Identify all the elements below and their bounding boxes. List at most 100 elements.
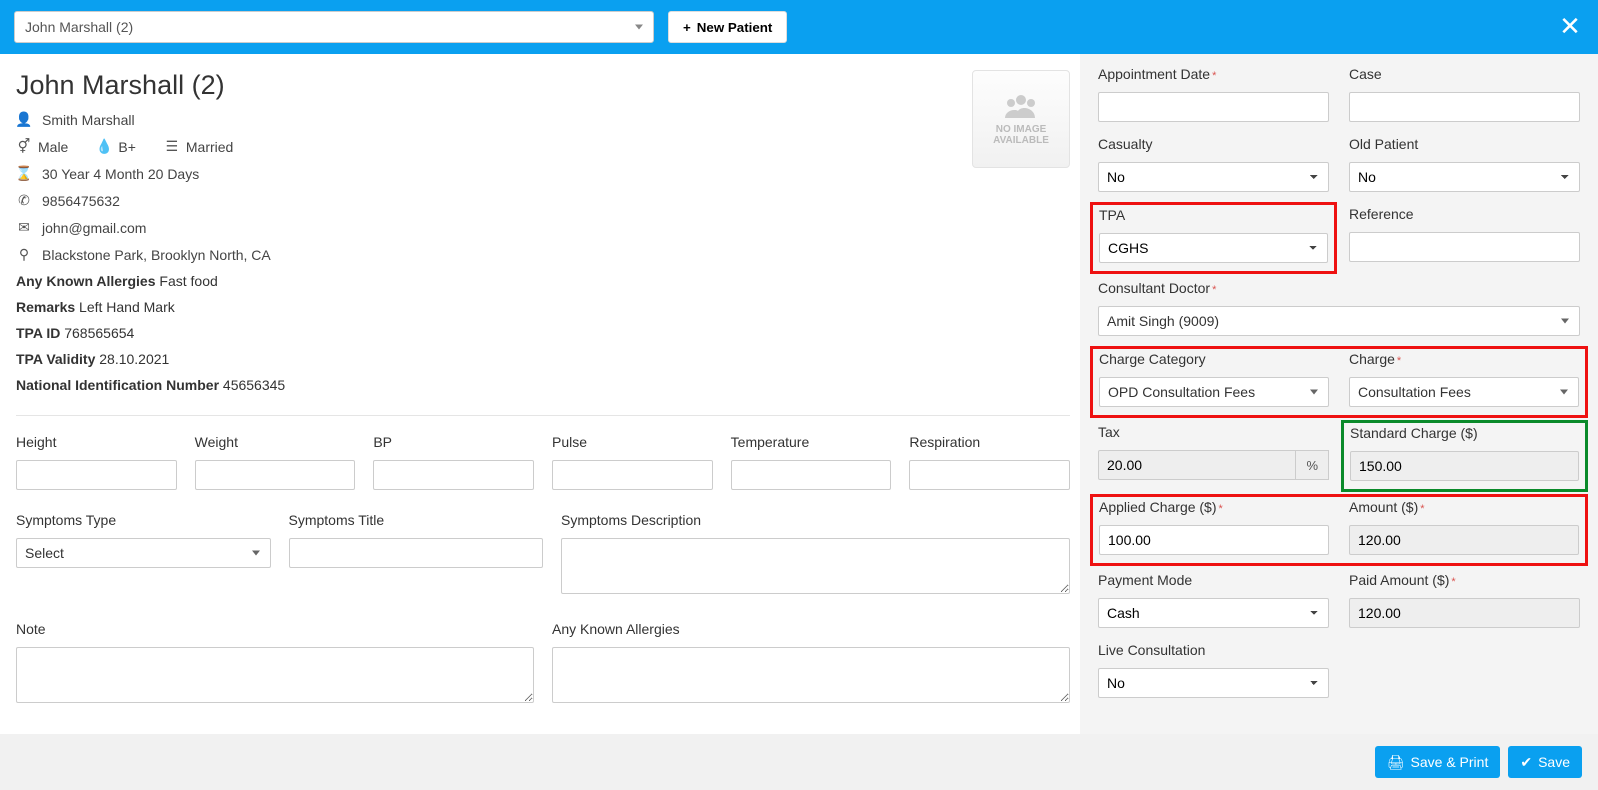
amount-label: Amount ($)* <box>1349 499 1579 515</box>
symptoms-type-select[interactable]: Select <box>16 538 271 568</box>
tpa-id-label: TPA ID <box>16 325 60 341</box>
checkmark-icon: ✔ <box>1520 754 1532 771</box>
gender-icon: ⚥ <box>16 138 32 155</box>
respiration-input[interactable] <box>909 460 1070 490</box>
weight-label: Weight <box>195 434 356 450</box>
blood-icon: 💧 <box>96 138 112 155</box>
marital-value: Married <box>186 139 233 155</box>
standard-charge-input <box>1350 451 1579 481</box>
hourglass-icon: ⌛ <box>16 165 32 182</box>
tpa-id-value: 768565654 <box>64 325 134 341</box>
address-value: Blackstone Park, Brooklyn North, CA <box>42 247 271 263</box>
consultant-select[interactable]: Amit Singh (9009) <box>1098 306 1580 336</box>
temperature-label: Temperature <box>731 434 892 450</box>
age-value: 30 Year 4 Month 20 Days <box>42 166 199 182</box>
temperature-input[interactable] <box>731 460 892 490</box>
patient-image-placeholder: NO IMAGE AVAILABLE <box>972 70 1070 168</box>
allergies-textarea[interactable] <box>552 647 1070 703</box>
allergies-input-label: Any Known Allergies <box>552 621 1070 637</box>
gender-value: Male <box>38 139 68 155</box>
bp-input[interactable] <box>373 460 534 490</box>
paid-amount-label: Paid Amount ($)* <box>1349 572 1580 588</box>
save-button[interactable]: ✔ Save <box>1508 746 1582 778</box>
live-consultation-select[interactable]: No <box>1098 668 1329 698</box>
phone-icon: ✆ <box>16 192 32 209</box>
vitals-section: Height Weight BP Pulse Temperature Respi… <box>16 434 1070 490</box>
charge-value: Consultation Fees <box>1358 384 1471 400</box>
respiration-label: Respiration <box>909 434 1070 450</box>
old-patient-select[interactable]: No <box>1349 162 1580 192</box>
casualty-label: Casualty <box>1098 136 1329 152</box>
charge-category-label: Charge Category <box>1099 351 1329 367</box>
consultant-label: Consultant Doctor* <box>1098 280 1580 296</box>
applied-charge-input[interactable] <box>1099 525 1329 555</box>
height-label: Height <box>16 434 177 450</box>
tpa-label: TPA <box>1099 207 1328 223</box>
nin-label: National Identification Number <box>16 377 219 393</box>
blood-value: B+ <box>118 139 136 155</box>
tpa-validity-label: TPA Validity <box>16 351 95 367</box>
address-icon: ⚲ <box>16 246 32 263</box>
appointment-date-label: Appointment Date* <box>1098 66 1329 82</box>
case-label: Case <box>1349 66 1580 82</box>
reference-input[interactable] <box>1349 232 1580 262</box>
charge-category-select[interactable]: OPD Consultation Fees <box>1099 377 1329 407</box>
new-patient-label: New Patient <box>697 20 773 35</box>
notes-section: Note Any Known Allergies <box>16 621 1070 706</box>
charge-label: Charge* <box>1349 351 1579 367</box>
remarks-label: Remarks <box>16 299 75 315</box>
tax-input <box>1098 450 1296 480</box>
save-print-button[interactable]: 🖨 Save & Print <box>1375 746 1501 778</box>
case-input[interactable] <box>1349 92 1580 122</box>
guardian-name: Smith Marshall <box>42 112 135 128</box>
applied-charge-label: Applied Charge ($)* <box>1099 499 1329 515</box>
email-icon: ✉ <box>16 219 32 236</box>
height-input[interactable] <box>16 460 177 490</box>
main-content: John Marshall (2) 👤 Smith Marshall ⚥ Mal… <box>0 54 1598 734</box>
symptoms-desc-textarea[interactable] <box>561 538 1070 594</box>
right-panel: Appointment Date* Case Casualty No Old P… <box>1080 54 1598 734</box>
guardian-icon: 👤 <box>16 111 32 128</box>
tpa-validity-value: 28.10.2021 <box>99 351 169 367</box>
charge-category-value: OPD Consultation Fees <box>1108 384 1255 400</box>
tax-label: Tax <box>1098 424 1329 440</box>
bp-label: BP <box>373 434 534 450</box>
old-patient-label: Old Patient <box>1349 136 1580 152</box>
topbar: John Marshall (2) + New Patient ✕ <box>0 0 1598 54</box>
patient-dropdown[interactable]: John Marshall (2) <box>14 11 654 43</box>
symptoms-title-label: Symptoms Title <box>289 512 544 528</box>
no-image-text2: AVAILABLE <box>993 135 1049 146</box>
patient-dropdown-value: John Marshall (2) <box>25 19 133 35</box>
new-patient-button[interactable]: + New Patient <box>668 11 787 43</box>
payment-mode-label: Payment Mode <box>1098 572 1329 588</box>
appointment-date-input[interactable] <box>1098 92 1329 122</box>
percent-suffix: % <box>1296 450 1329 480</box>
no-image-text1: NO IMAGE <box>996 124 1047 135</box>
pulse-label: Pulse <box>552 434 713 450</box>
allergies-label: Any Known Allergies <box>16 273 156 289</box>
left-column: John Marshall (2) 👤 Smith Marshall ⚥ Mal… <box>0 54 1080 734</box>
reference-label: Reference <box>1349 206 1580 222</box>
symptoms-type-value: Select <box>25 545 64 561</box>
symptoms-section: Symptoms Type Select Symptoms Title Symp… <box>16 512 1070 597</box>
note-label: Note <box>16 621 534 637</box>
live-consultation-label: Live Consultation <box>1098 642 1329 658</box>
remarks-value: Left Hand Mark <box>79 299 175 315</box>
casualty-select[interactable]: No <box>1098 162 1329 192</box>
allergies-value: Fast food <box>159 273 217 289</box>
weight-input[interactable] <box>195 460 356 490</box>
symptoms-title-input[interactable] <box>289 538 544 568</box>
print-icon: 🖨 <box>1387 754 1405 771</box>
pulse-input[interactable] <box>552 460 713 490</box>
payment-mode-select[interactable]: Cash <box>1098 598 1329 628</box>
symptoms-desc-label: Symptoms Description <box>561 512 1070 528</box>
charge-select[interactable]: Consultation Fees <box>1349 377 1579 407</box>
marital-icon: ☰ <box>164 138 180 155</box>
note-textarea[interactable] <box>16 647 534 703</box>
tpa-select[interactable]: CGHS <box>1099 233 1328 263</box>
amount-input <box>1349 525 1579 555</box>
consultant-value: Amit Singh (9009) <box>1107 313 1219 329</box>
group-icon <box>1001 92 1041 122</box>
close-icon[interactable]: ✕ <box>1556 12 1584 40</box>
plus-icon: + <box>683 20 691 35</box>
